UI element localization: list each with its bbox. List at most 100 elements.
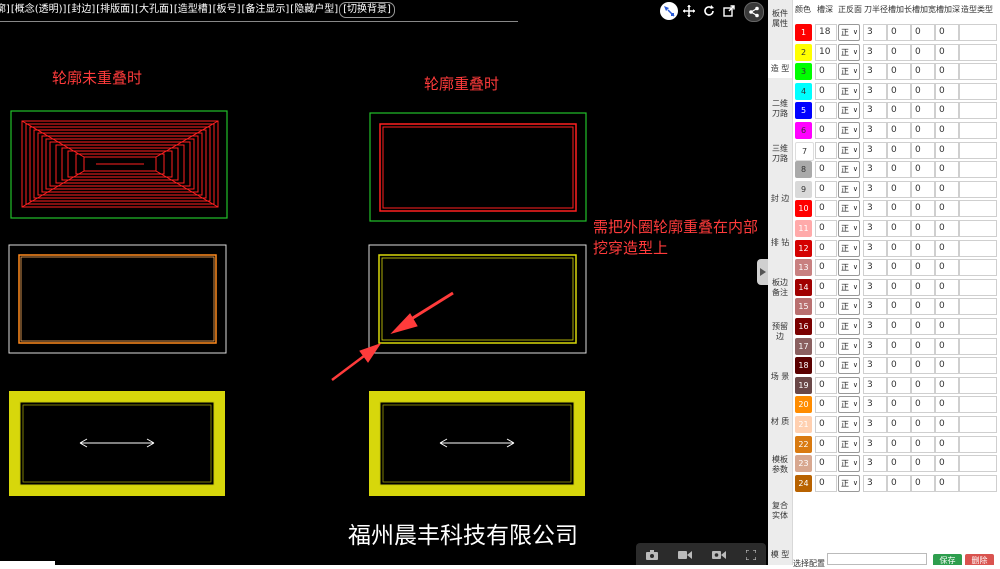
tab-2d-toolpath[interactable]: 二维刀路: [772, 99, 788, 119]
radius-input[interactable]: 3: [863, 337, 887, 355]
add-depth-input[interactable]: 0: [935, 474, 959, 492]
depth-input[interactable]: 0: [815, 63, 837, 81]
radius-input[interactable]: 3: [863, 102, 887, 120]
add-width-input[interactable]: 0: [911, 455, 935, 473]
add-length-input[interactable]: 0: [887, 141, 911, 159]
radius-input[interactable]: 3: [863, 63, 887, 81]
shape-type-input[interactable]: [959, 396, 997, 414]
video-record-icon[interactable]: [712, 545, 726, 564]
color-swatch[interactable]: 7: [795, 141, 814, 161]
side-select[interactable]: 正: [838, 396, 860, 414]
radius-input[interactable]: 3: [863, 416, 887, 433]
radius-input[interactable]: 3: [863, 180, 887, 198]
shape-type-input[interactable]: [959, 435, 997, 453]
add-depth-input[interactable]: 0: [935, 239, 959, 257]
color-swatch[interactable]: 6: [795, 122, 812, 139]
add-length-input[interactable]: 0: [887, 357, 911, 375]
add-width-input[interactable]: 0: [911, 357, 935, 375]
shape-type-input[interactable]: [959, 43, 997, 61]
radius-input[interactable]: 3: [863, 298, 887, 316]
camera-icon[interactable]: [646, 545, 658, 564]
side-select[interactable]: 正: [838, 416, 860, 433]
add-length-input[interactable]: 0: [887, 455, 911, 473]
shape-type-input[interactable]: [959, 376, 997, 394]
radius-input[interactable]: 3: [863, 220, 887, 237]
side-select[interactable]: 正: [838, 43, 860, 61]
shape-type-input[interactable]: [959, 318, 997, 335]
add-depth-input[interactable]: 0: [935, 180, 959, 198]
tab-template-params[interactable]: 模板参数: [772, 455, 788, 475]
add-width-input[interactable]: 0: [911, 318, 935, 335]
radius-input[interactable]: 3: [863, 141, 887, 159]
add-length-input[interactable]: 0: [887, 200, 911, 218]
color-swatch[interactable]: 2: [795, 43, 812, 61]
add-width-input[interactable]: 0: [911, 63, 935, 81]
radius-input[interactable]: 3: [863, 376, 887, 394]
depth-input[interactable]: 0: [815, 122, 837, 139]
color-swatch[interactable]: 15: [795, 298, 812, 316]
side-select[interactable]: 正: [838, 435, 860, 453]
add-length-input[interactable]: 0: [887, 416, 911, 433]
radius-input[interactable]: 3: [863, 200, 887, 218]
side-select[interactable]: 正: [838, 357, 860, 375]
side-select[interactable]: 正: [838, 298, 860, 316]
add-depth-input[interactable]: 0: [935, 318, 959, 335]
shape-type-input[interactable]: [959, 455, 997, 473]
depth-input[interactable]: 0: [815, 82, 837, 100]
add-length-input[interactable]: 0: [887, 435, 911, 453]
add-width-input[interactable]: 0: [911, 180, 935, 198]
add-depth-input[interactable]: 0: [935, 122, 959, 139]
tab-board-properties[interactable]: 板件属性: [769, 9, 791, 29]
add-length-input[interactable]: 0: [887, 180, 911, 198]
add-depth-input[interactable]: 0: [935, 220, 959, 237]
color-swatch[interactable]: 21: [795, 416, 812, 433]
add-width-input[interactable]: 0: [911, 141, 935, 159]
fullscreen-icon[interactable]: [745, 545, 757, 564]
add-width-input[interactable]: 0: [911, 122, 935, 139]
depth-input[interactable]: 10: [815, 43, 837, 61]
radius-input[interactable]: 3: [863, 455, 887, 473]
radius-input[interactable]: 3: [863, 239, 887, 257]
shape-type-input[interactable]: [959, 141, 997, 159]
radius-input[interactable]: 3: [863, 259, 887, 277]
add-width-input[interactable]: 0: [911, 24, 935, 41]
tab-model[interactable]: 模 型: [768, 550, 792, 560]
add-length-input[interactable]: 0: [887, 259, 911, 277]
tab-shape[interactable]: 造 型: [768, 60, 792, 78]
radius-input[interactable]: 3: [863, 396, 887, 414]
save-button[interactable]: 保存: [933, 554, 962, 565]
tab-reserved-edge[interactable]: 预留边: [772, 322, 788, 342]
add-width-input[interactable]: 0: [911, 200, 935, 218]
add-width-input[interactable]: 0: [911, 220, 935, 237]
add-depth-input[interactable]: 0: [935, 63, 959, 81]
add-depth-input[interactable]: 0: [935, 396, 959, 414]
depth-input[interactable]: 0: [815, 200, 837, 218]
color-swatch[interactable]: 17: [795, 337, 812, 355]
depth-input[interactable]: 0: [815, 259, 837, 277]
shape-type-input[interactable]: [959, 161, 997, 179]
tab-scene[interactable]: 场 景: [768, 372, 792, 382]
side-select[interactable]: 正: [838, 239, 860, 257]
add-width-input[interactable]: 0: [911, 161, 935, 179]
add-depth-input[interactable]: 0: [935, 200, 959, 218]
tab-material[interactable]: 材 质: [768, 417, 792, 427]
color-swatch[interactable]: 22: [795, 435, 812, 453]
side-select[interactable]: 正: [838, 278, 860, 296]
add-depth-input[interactable]: 0: [935, 141, 959, 159]
depth-input[interactable]: 0: [815, 337, 837, 355]
add-length-input[interactable]: 0: [887, 122, 911, 139]
radius-input[interactable]: 3: [863, 161, 887, 179]
add-length-input[interactable]: 0: [887, 337, 911, 355]
shape-type-input[interactable]: [959, 357, 997, 375]
depth-input[interactable]: 0: [815, 416, 837, 433]
add-depth-input[interactable]: 0: [935, 357, 959, 375]
depth-input[interactable]: 0: [815, 474, 837, 492]
add-length-input[interactable]: 0: [887, 298, 911, 316]
radius-input[interactable]: 3: [863, 318, 887, 335]
side-select[interactable]: 正: [838, 180, 860, 198]
shape-type-input[interactable]: [959, 82, 997, 100]
side-select[interactable]: 正: [838, 141, 860, 159]
depth-input[interactable]: 0: [815, 278, 837, 296]
side-select[interactable]: 正: [838, 102, 860, 120]
color-swatch[interactable]: 9: [795, 180, 812, 198]
